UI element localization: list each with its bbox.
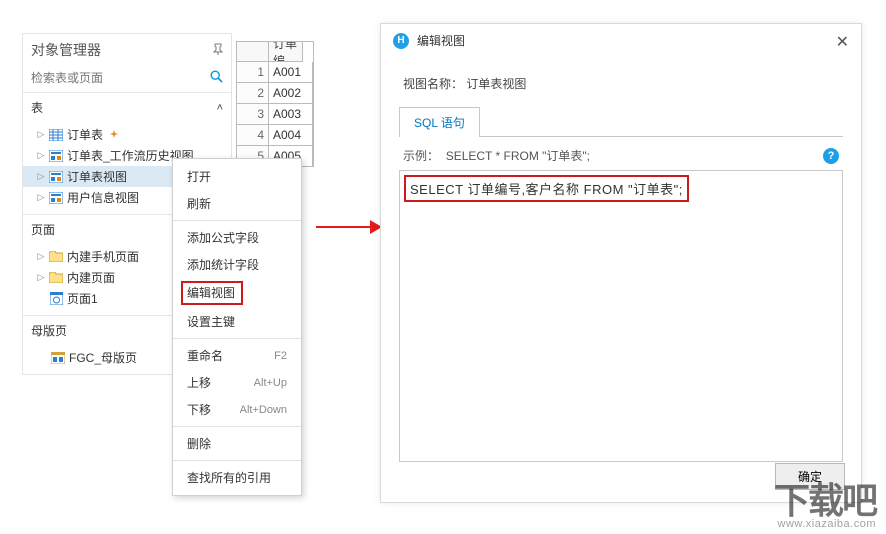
view-name-label: 视图名称：	[403, 77, 463, 91]
view-icon	[49, 191, 63, 205]
sql-textarea[interactable]: SELECT 订单编号,客户名称 FROM "订单表";	[399, 170, 843, 462]
watermark-text: 下载吧	[774, 472, 876, 524]
close-icon[interactable]: ✕	[836, 32, 849, 52]
expand-icon[interactable]: ▷	[37, 129, 45, 140]
tree-item-label: 页面1	[67, 290, 98, 307]
search-input[interactable]	[31, 71, 210, 85]
grid-row-num[interactable]: 2	[237, 83, 269, 104]
grid-cell[interactable]: A002	[269, 83, 313, 104]
chevron-up-icon: ˄	[217, 102, 223, 114]
grid-row-num[interactable]: 3	[237, 104, 269, 125]
expand-icon[interactable]: ▷	[37, 272, 45, 283]
watermark: 下载吧 www.xiazaiba.com	[774, 472, 876, 530]
arrow-icon	[316, 218, 382, 236]
tree-item-order-table[interactable]: ▷ 订单表	[23, 124, 231, 145]
expand-icon[interactable]: ▷	[37, 150, 45, 161]
search-row	[23, 66, 231, 92]
sql-text: SELECT 订单编号,客户名称 FROM "订单表";	[404, 175, 689, 202]
grid-row-num[interactable]: 4	[237, 125, 269, 146]
section-pages-label: 页面	[31, 221, 55, 238]
folder-icon	[49, 271, 63, 285]
expand-icon[interactable]: ▷	[37, 171, 45, 182]
object-manager-title-row: 对象管理器	[23, 34, 231, 66]
section-tables-header[interactable]: 表 ˄	[23, 92, 231, 122]
view-name-value: 订单表视图	[466, 77, 526, 91]
menu-find-references[interactable]: 查找所有的引用	[173, 460, 301, 491]
dialog-body: 视图名称： 订单表视图 SQL 语句 示例： SELECT * FROM "订单…	[381, 57, 861, 462]
pin-icon[interactable]	[213, 42, 223, 58]
tree-item-label: 内建手机页面	[67, 248, 139, 265]
menu-add-formula-field[interactable]: 添加公式字段	[173, 220, 301, 251]
tree-item-label: 内建页面	[67, 269, 115, 286]
view-icon	[49, 170, 63, 184]
grid-cell[interactable]: A003	[269, 104, 313, 125]
tree-item-label: 用户信息视图	[67, 189, 139, 206]
example-text: 示例： SELECT * FROM "订单表";	[403, 147, 590, 164]
grid-cell[interactable]: A001	[269, 62, 313, 83]
menu-open[interactable]: 打开	[173, 163, 301, 190]
folder-icon	[49, 250, 63, 264]
master-page-icon	[51, 351, 65, 365]
expand-icon[interactable]: ▷	[37, 251, 45, 262]
expand-icon[interactable]: ▷	[37, 192, 45, 203]
tree-item-label: 订单表视图	[67, 168, 127, 185]
menu-set-primary-key[interactable]: 设置主键	[173, 308, 301, 335]
grid-row-num[interactable]: 1	[237, 62, 269, 83]
view-name-row: 视图名称： 订单表视图	[399, 65, 843, 106]
menu-move-up[interactable]: 上移Alt+Up	[173, 369, 301, 396]
menu-add-stat-field[interactable]: 添加统计字段	[173, 251, 301, 278]
dialog-title: 编辑视图	[417, 32, 465, 49]
sparkle-icon	[107, 128, 121, 142]
menu-refresh[interactable]: 刷新	[173, 190, 301, 217]
tree-item-label: FGC_母版页	[69, 349, 137, 366]
menu-rename[interactable]: 重命名F2	[173, 338, 301, 369]
menu-edit-view[interactable]: 编辑视图	[173, 278, 301, 308]
watermark-url: www.xiazaiba.com	[774, 518, 876, 530]
grid-corner[interactable]	[237, 42, 269, 62]
grid-cell[interactable]: A004	[269, 125, 313, 146]
tab-sql[interactable]: SQL 语句	[399, 107, 480, 137]
section-master-pages-label: 母版页	[31, 322, 67, 339]
menu-delete[interactable]: 删除	[173, 426, 301, 457]
dialog-titlebar: H 编辑视图 ✕	[381, 24, 861, 57]
context-menu: 打开 刷新 添加公式字段 添加统计字段 编辑视图 设置主键 重命名F2 上移Al…	[172, 158, 302, 496]
tree-item-label: 订单表	[67, 126, 103, 143]
search-icon[interactable]	[210, 70, 223, 86]
table-icon	[49, 128, 63, 142]
view-icon	[49, 149, 63, 163]
section-tables-label: 表	[31, 99, 43, 116]
page-icon	[49, 292, 63, 306]
help-icon[interactable]: ?	[823, 148, 839, 164]
object-manager-title: 对象管理器	[31, 40, 101, 60]
dialog-tabs: SQL 语句	[399, 106, 843, 137]
app-icon: H	[393, 33, 409, 49]
grid-header-order-no[interactable]: 订单编	[269, 42, 303, 62]
example-row: 示例： SELECT * FROM "订单表"; ?	[399, 137, 843, 170]
menu-move-down[interactable]: 下移Alt+Down	[173, 396, 301, 423]
edit-view-dialog: H 编辑视图 ✕ 视图名称： 订单表视图 SQL 语句 示例： SELECT *…	[380, 23, 862, 503]
data-grid: 订单编 1A001 2A002 3A003 4A004 5A005	[236, 41, 314, 167]
